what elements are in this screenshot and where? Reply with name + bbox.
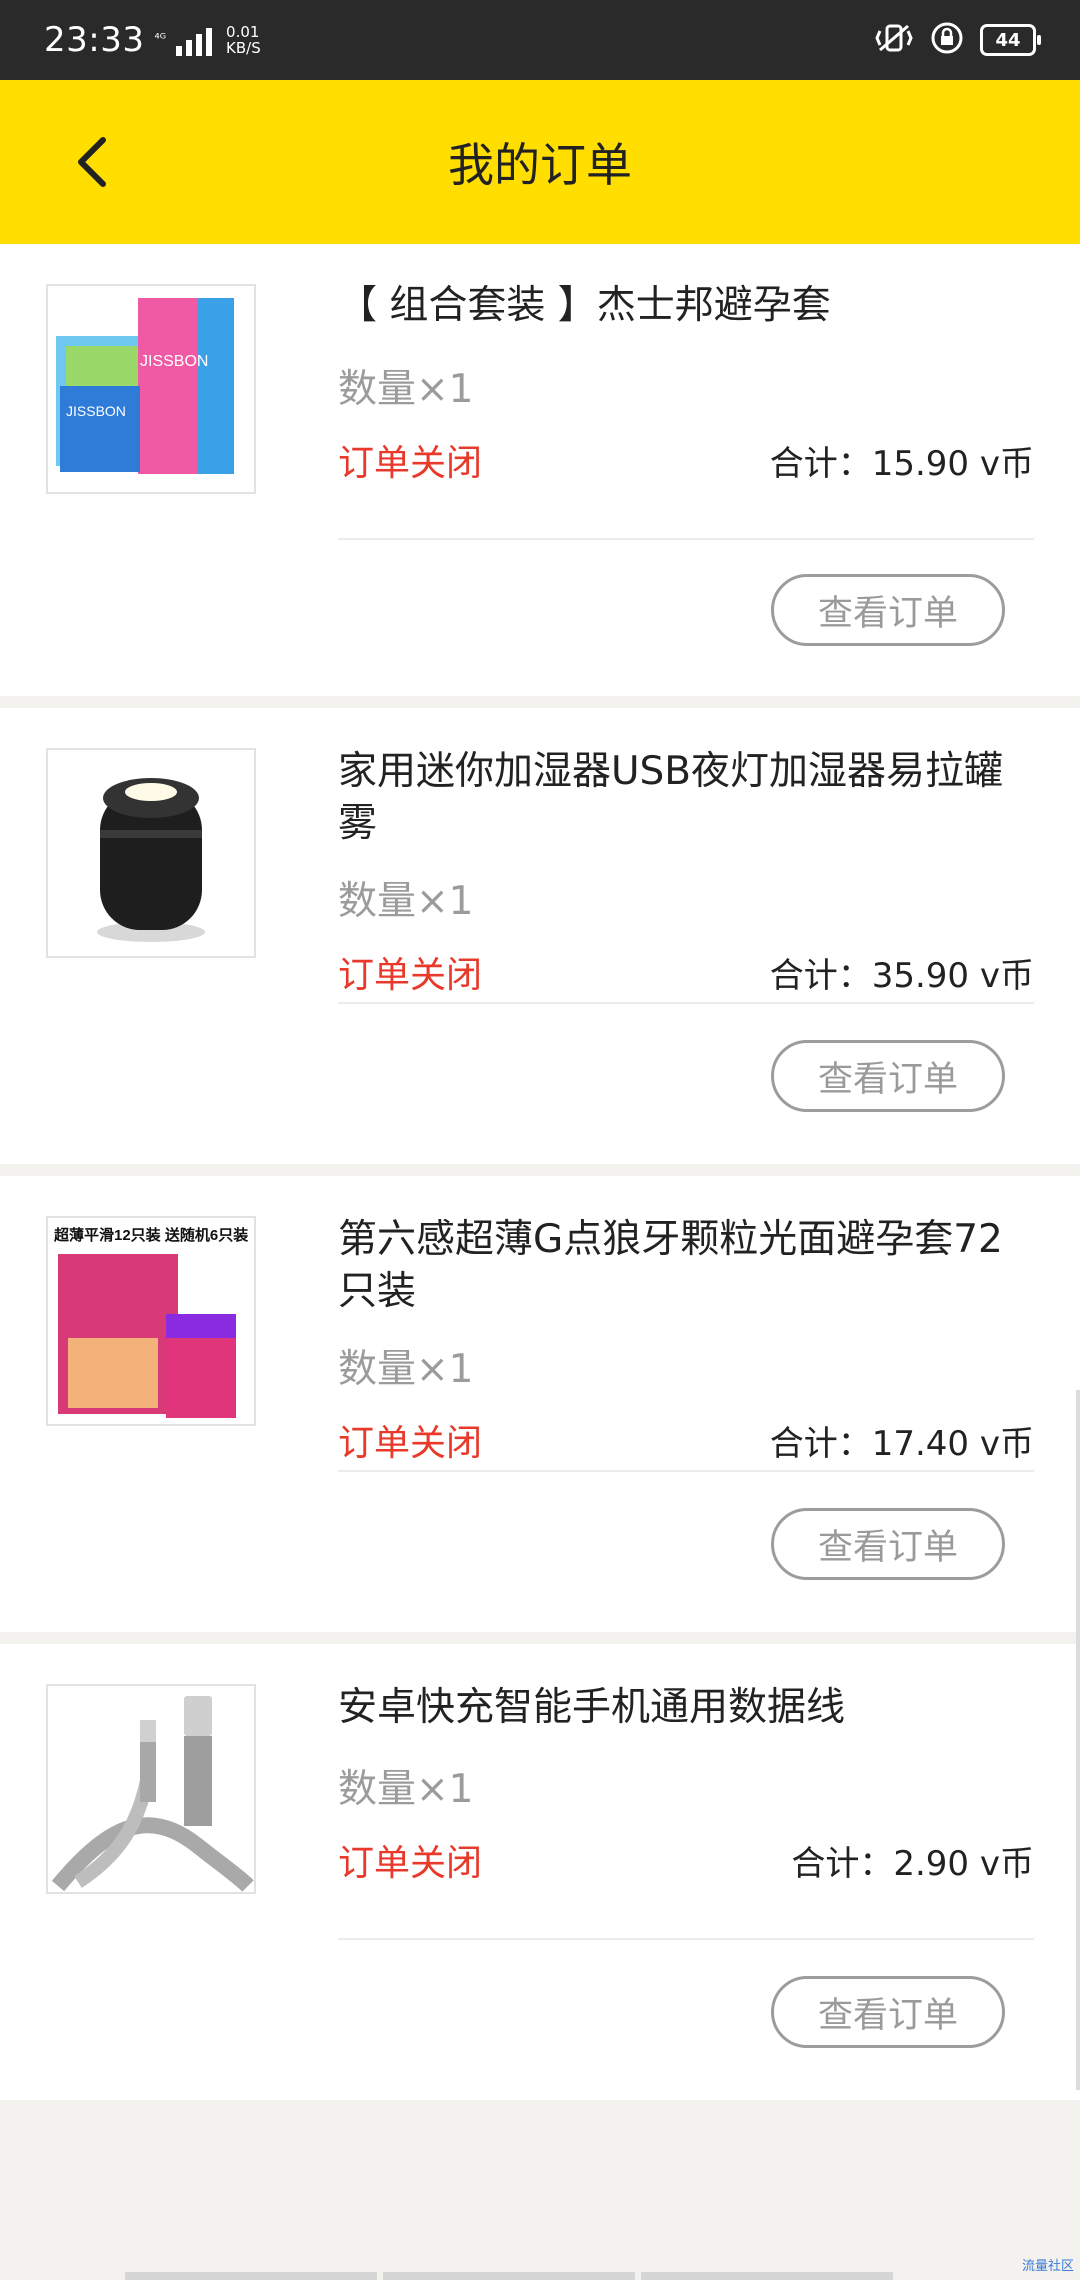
product-quantity: 数量×1 [338,879,474,924]
product-image[interactable]: 超薄平滑12只装 送随机6只装 [46,1216,256,1426]
svg-text:JISSBON: JISSBON [140,353,208,370]
order-total: 合计：17.40 v币 [769,1424,1034,1464]
network-type: ⁴ᴳ [154,32,167,47]
order-card: JISSBON JISSBON 【 组合套装 】杰士邦避孕套 数量×1 订单关闭… [0,244,1080,696]
page-title: 我的订单 [448,138,632,192]
view-order-button[interactable]: 查看订单 [771,1508,1005,1580]
scrollbar[interactable] [1076,1390,1080,2090]
view-order-button[interactable]: 查看订单 [771,574,1005,646]
product-image[interactable] [46,1684,256,1894]
order-status: 订单关闭 [338,955,483,996]
divider [338,1938,1034,1940]
divider [338,1002,1034,1004]
status-bar: 23:33 ⁴ᴳ 0.01 KB/S 44 [0,0,1080,80]
lock-rotation-icon [930,21,964,59]
order-total: 合计：2.90 v币 [791,1844,1034,1884]
order-list: JISSBON JISSBON 【 组合套装 】杰士邦避孕套 数量×1 订单关闭… [0,244,1080,2100]
divider [338,1470,1034,1472]
chevron-left-icon [78,137,106,187]
order-card: 超薄平滑12只装 送随机6只装 第六感超薄G点狼牙颗粒光面避孕套72只装 数量×… [0,1176,1080,1632]
signal-icon [176,24,213,56]
svg-text:JISSBON: JISSBON [66,403,126,419]
view-order-button[interactable]: 查看订单 [771,1976,1005,2048]
divider [338,538,1034,540]
vibrate-icon [874,23,914,57]
product-quantity: 数量×1 [338,1347,474,1392]
app-header: 我的订单 [0,80,1080,244]
battery-icon: 44 [980,24,1041,56]
product-name: 家用迷你加湿器USB夜灯加湿器易拉罐雾 [338,749,1004,846]
product-image[interactable]: JISSBON JISSBON [46,284,256,494]
product-name: 安卓快充智能手机通用数据线 [338,1685,846,1730]
order-card: 安卓快充智能手机通用数据线 数量×1 订单关闭 合计：2.90 v币 查看订单 [0,1644,1080,2100]
order-total: 合计：15.90 v币 [769,444,1034,484]
order-card: 家用迷你加湿器USB夜灯加湿器易拉罐雾 数量×1 订单关闭 合计：35.90 v… [0,708,1080,1164]
back-button[interactable] [62,132,122,192]
view-order-button[interactable]: 查看订单 [771,1040,1005,1112]
order-status: 订单关闭 [338,443,483,484]
order-total: 合计：35.90 v币 [769,956,1034,996]
network-rate: 0.01 KB/S [226,23,261,57]
product-image[interactable] [46,748,256,958]
order-status: 订单关闭 [338,1843,483,1884]
svg-text:超薄平滑12只装 送随机6只装: 超薄平滑12只装 送随机6只装 [53,1226,249,1244]
watermark-text: 流量社区 [1021,2259,1074,2274]
product-name: 第六感超薄G点狼牙颗粒光面避孕套72只装 [338,1217,1003,1314]
status-time: 23:33 [44,20,145,60]
product-name: 【 组合套装 】杰士邦避孕套 [338,283,831,328]
product-quantity: 数量×1 [338,1767,474,1812]
product-quantity: 数量×1 [338,367,474,412]
order-status: 订单关闭 [338,1423,483,1464]
bottom-tab-hints [125,2272,893,2280]
